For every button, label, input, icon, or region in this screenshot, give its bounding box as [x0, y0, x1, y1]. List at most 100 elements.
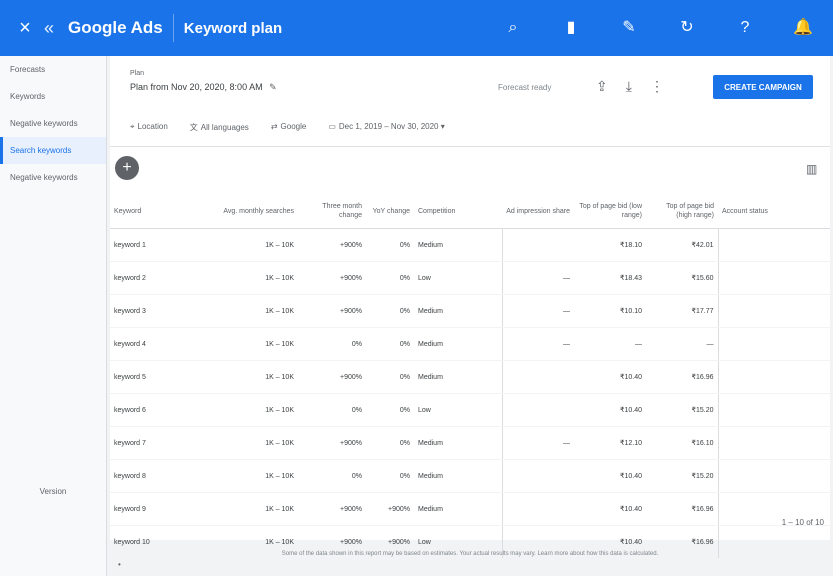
search-icon: ⌕: [508, 19, 518, 36]
yoy-change-cell: 0%: [366, 393, 414, 427]
account-status-cell: [717, 228, 830, 262]
edit-icon[interactable]: ✎: [269, 82, 277, 92]
sidebar: Forecasts Keywords Negative keywords Sea…: [0, 56, 107, 576]
ad-impression-share-cell: [501, 492, 574, 526]
top-bid-low-cell: ₹10.40: [574, 360, 646, 394]
more-options-icon[interactable]: ⋮: [650, 78, 664, 95]
three-month-change-cell: +900%: [298, 261, 366, 295]
refresh-button[interactable]: ↻: [667, 19, 707, 37]
account-status-cell: [717, 393, 830, 427]
column-header-avg-searches[interactable]: Avg. monthly searches: [204, 194, 298, 229]
columns-icon[interactable]: ▥: [806, 162, 817, 176]
ad-impression-share-cell: —: [501, 426, 574, 460]
avg-searches-cell: 1K – 10K: [204, 228, 298, 262]
top-bid-low-cell: ₹10.40: [574, 459, 646, 493]
top-bar: × « Google Ads Keyword plan ⌕ ▮ ✎ ↻ ? 🔔: [0, 0, 833, 56]
competition-cell: Medium: [414, 426, 502, 460]
three-month-change-cell: +900%: [298, 294, 366, 328]
help-icon: ?: [740, 19, 750, 36]
column-header-top-bid-high[interactable]: Top of page bid (high range): [646, 194, 718, 229]
forecast-status: Forecast ready: [498, 83, 552, 92]
keyword-cell: keyword 9: [110, 492, 204, 526]
table-row[interactable]: keyword 5 1K – 10K +900% 0% Medium ₹10.40 ₹16.…: [110, 360, 830, 394]
keyword-cell: keyword 5: [110, 360, 204, 394]
back-icon[interactable]: «: [44, 18, 62, 39]
sidebar-item-negative-keywords[interactable]: Negative keywords: [0, 110, 106, 137]
column-header-competition[interactable]: Competition: [414, 194, 502, 229]
add-keywords-button[interactable]: +: [115, 156, 139, 180]
table-row[interactable]: keyword 4 1K – 10K 0% 0% Medium — — —: [110, 327, 830, 361]
language-icon: 文: [189, 123, 198, 132]
sidebar-item-label: Negative keywords: [10, 119, 78, 128]
language-filter[interactable]: 文 All languages: [190, 122, 249, 133]
table-row[interactable]: keyword 3 1K – 10K +900% 0% Medium — ₹10.10 ₹17…: [110, 294, 830, 328]
page-title: Keyword plan: [183, 19, 283, 37]
chevron-down-icon: ▾: [438, 122, 445, 131]
filter-bar: ⌖ Location 文 All languages ⇄ Google ▭ Dec 1,…: [130, 122, 445, 133]
table-row[interactable]: keyword 2 1K – 10K +900% 0% Low — ₹18.43 ₹15.60: [110, 261, 830, 295]
yoy-change-cell: +900%: [366, 492, 414, 526]
table-row[interactable]: keyword 8 1K – 10K 0% 0% Medium ₹10.40 ₹15.20: [110, 459, 830, 493]
top-bid-high-cell: ₹16.96: [646, 360, 718, 394]
yoy-change-cell: 0%: [366, 360, 414, 394]
help-button[interactable]: ?: [725, 19, 765, 37]
close-icon[interactable]: ×: [14, 17, 36, 40]
yoy-change-cell: 0%: [366, 327, 414, 361]
topbar-actions: ⌕ ▮ ✎ ↻ ? 🔔: [493, 0, 823, 56]
competition-cell: Medium: [414, 294, 502, 328]
column-header-account-status[interactable]: Account status: [718, 194, 830, 229]
column-header-keyword[interactable]: Keyword: [110, 194, 204, 229]
ad-impression-share-cell: [501, 228, 574, 262]
sidebar-item-forecasts[interactable]: Forecasts: [0, 56, 106, 83]
table-row[interactable]: keyword 7 1K – 10K +900% 0% Medium — ₹12.10 ₹16…: [110, 426, 830, 460]
column-header-ad-impression-share[interactable]: Ad impression share: [502, 194, 574, 229]
three-month-change-cell: +900%: [298, 492, 366, 526]
search-button[interactable]: ⌕: [493, 19, 533, 37]
location-filter[interactable]: ⌖ Location: [130, 122, 168, 133]
notifications-button[interactable]: 🔔: [783, 19, 823, 37]
table-row[interactable]: keyword 9 1K – 10K +900% +900% Medium ₹10.40 ₹…: [110, 492, 830, 526]
location-icon: ⌖: [130, 122, 135, 131]
create-campaign-button[interactable]: CREATE CAMPAIGN: [713, 75, 813, 99]
account-status-cell: [717, 360, 830, 394]
table-row[interactable]: keyword 1 1K – 10K +900% 0% Medium ₹18.10 ₹42.…: [110, 228, 830, 262]
sidebar-item-label: Forecasts: [10, 65, 46, 74]
sidebar-item-label: Search keywords: [10, 146, 72, 155]
yoy-change-cell: 0%: [366, 228, 414, 262]
sidebar-item-keywords[interactable]: Keywords: [0, 83, 106, 110]
top-bid-low-cell: ₹10.10: [574, 294, 646, 328]
network-filter[interactable]: ⇄ Google: [271, 122, 307, 133]
keyword-cell: keyword 8: [110, 459, 204, 493]
account-status-cell: [717, 459, 830, 493]
top-bid-high-cell: ₹16.10: [646, 426, 718, 460]
yoy-change-cell: 0%: [366, 261, 414, 295]
top-bid-high-cell: ₹17.77: [646, 294, 718, 328]
ad-impression-share-cell: [501, 393, 574, 427]
date-range-filter[interactable]: ▭ Dec 1, 2019 – Nov 30, 2020 ▾: [328, 122, 444, 133]
yoy-change-cell: 0%: [366, 459, 414, 493]
reports-button[interactable]: ▮: [551, 19, 591, 37]
competition-cell: Medium: [414, 459, 502, 493]
sidebar-item-negative-keywords-2[interactable]: Negative keywords: [0, 164, 106, 191]
ad-impression-share-cell: [501, 459, 574, 493]
competition-cell: Medium: [414, 492, 502, 526]
keyword-cell: keyword 7: [110, 426, 204, 460]
three-month-change-cell: +900%: [298, 228, 366, 262]
share-icon[interactable]: ⇪: [596, 78, 608, 95]
top-bid-low-cell: ₹18.10: [574, 228, 646, 262]
table-row[interactable]: keyword 6 1K – 10K 0% 0% Low ₹10.40 ₹15.20: [110, 393, 830, 427]
top-bid-low-cell: ₹10.40: [574, 393, 646, 427]
network-icon: ⇄: [270, 122, 278, 131]
column-header-yoy-change[interactable]: YoY change: [366, 194, 414, 229]
column-header-three-month-change[interactable]: Three month change: [298, 194, 366, 229]
plan-name[interactable]: Plan from Nov 20, 2020, 8:00 AM ✎: [130, 82, 277, 93]
tools-button[interactable]: ✎: [609, 19, 649, 37]
download-icon[interactable]: ⤓: [626, 78, 632, 95]
top-bid-high-cell: ₹15.20: [646, 393, 718, 427]
plan-label: Plan: [130, 70, 145, 77]
refresh-icon: ↻: [680, 19, 694, 36]
column-header-top-bid-low[interactable]: Top of page bid (low range): [574, 194, 646, 229]
keyword-cell: keyword 3: [110, 294, 204, 328]
three-month-change-cell: 0%: [298, 393, 366, 427]
sidebar-item-search-keywords[interactable]: Search keywords: [0, 137, 106, 164]
